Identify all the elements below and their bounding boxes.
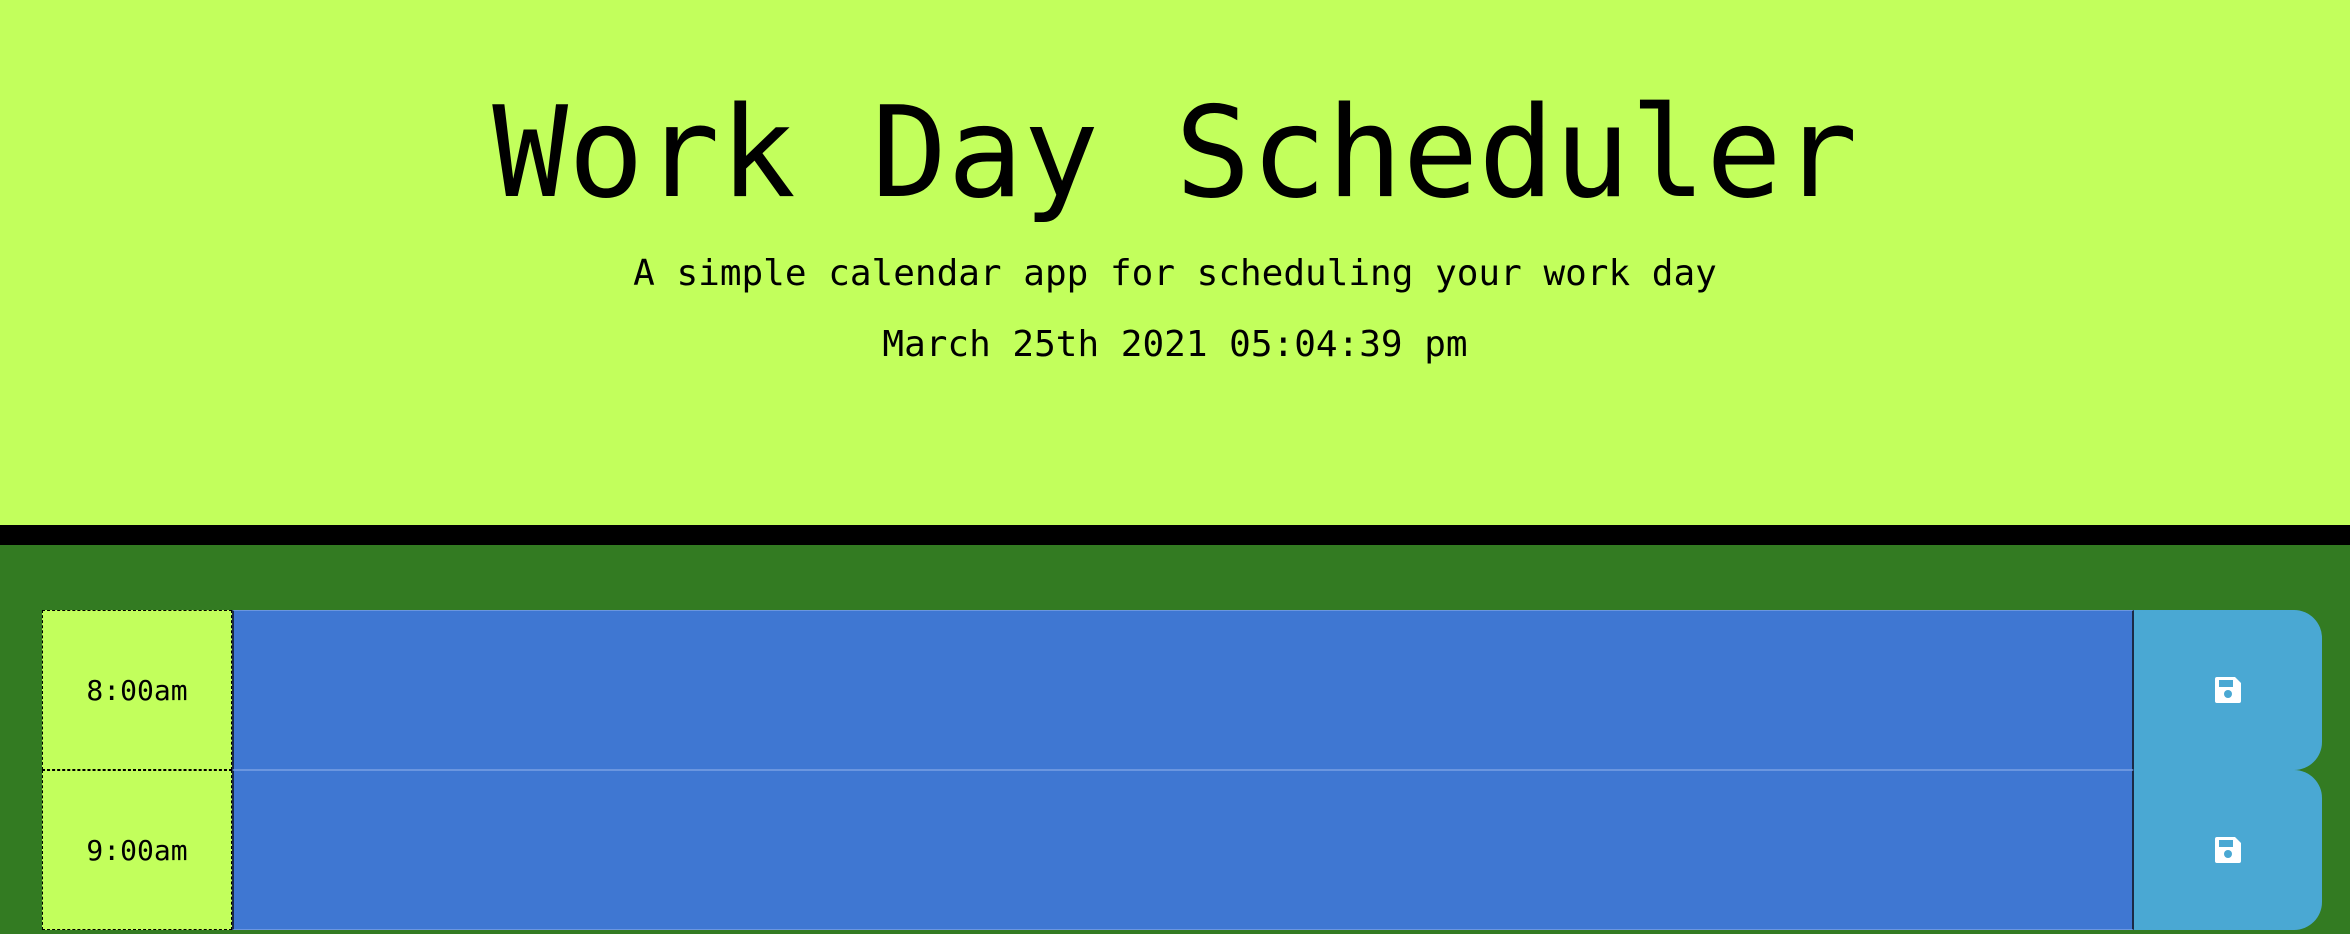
time-block-row: 8:00am xyxy=(42,610,2322,770)
current-datetime: March 25th 2021 05:04:39 pm xyxy=(882,324,1468,365)
page-subtitle: A simple calendar app for scheduling you… xyxy=(633,253,1717,294)
header: Work Day Scheduler A simple calendar app… xyxy=(0,0,2350,525)
floppy-disk-icon xyxy=(2213,675,2243,705)
schedule-container: 8:00am 9:00am xyxy=(0,545,2350,934)
hour-label: 9:00am xyxy=(42,770,232,930)
page-title: Work Day Scheduler xyxy=(492,79,1858,226)
header-divider xyxy=(0,525,2350,545)
time-block-row: 9:00am xyxy=(42,770,2322,930)
task-input[interactable] xyxy=(232,610,2134,770)
save-button[interactable] xyxy=(2134,610,2322,770)
task-input[interactable] xyxy=(232,770,2134,930)
save-button[interactable] xyxy=(2134,770,2322,930)
floppy-disk-icon xyxy=(2213,835,2243,865)
hour-label: 8:00am xyxy=(42,610,232,770)
